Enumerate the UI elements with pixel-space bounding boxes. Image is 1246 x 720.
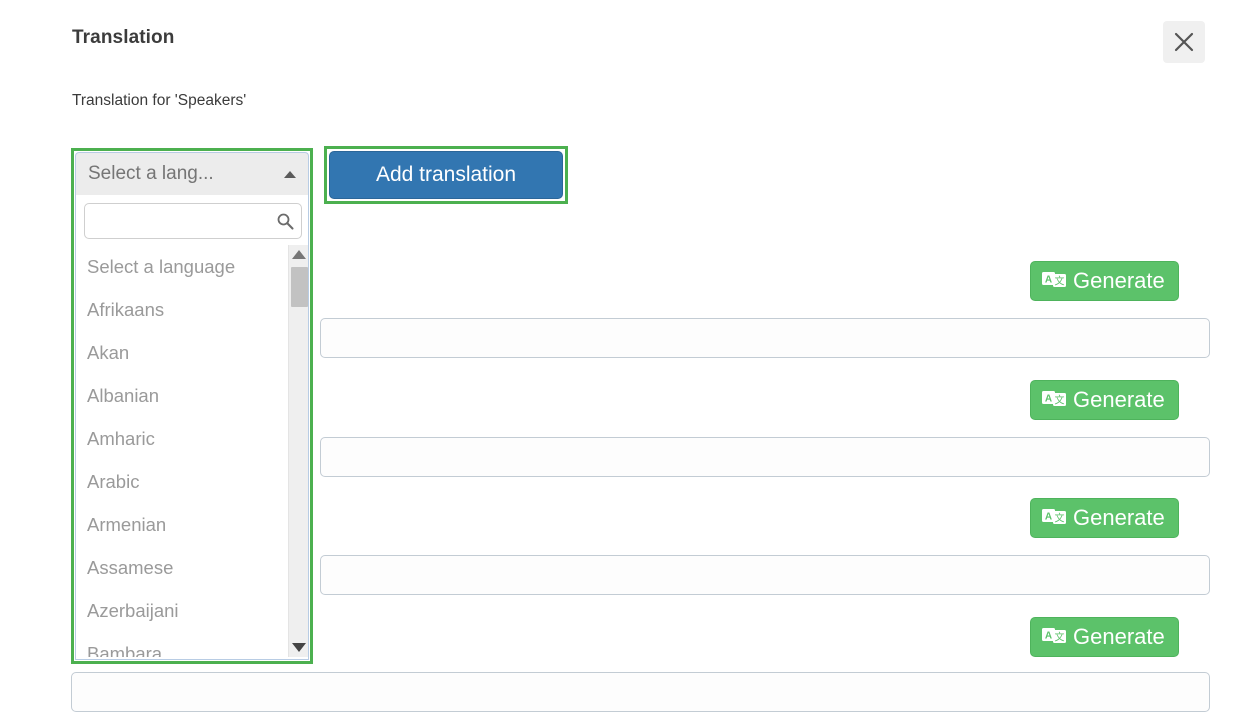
generate-button-2[interactable]: A 文 Generate bbox=[1030, 380, 1179, 420]
language-select-value: Select a lang... bbox=[88, 163, 214, 184]
translation-input-2[interactable] bbox=[320, 437, 1210, 477]
translate-icon: A 文 bbox=[1042, 387, 1066, 413]
dropdown-search-row bbox=[76, 195, 308, 245]
svg-text:文: 文 bbox=[1055, 631, 1065, 644]
caret-down-icon[interactable] bbox=[291, 643, 306, 652]
language-select-dropdown: Select a language Afrikaans Akan Albania… bbox=[75, 195, 309, 660]
svg-text:A: A bbox=[1045, 275, 1052, 286]
search-icon bbox=[276, 212, 294, 230]
translation-input-3[interactable] bbox=[320, 555, 1210, 595]
svg-text:A: A bbox=[1045, 394, 1052, 405]
search-input[interactable] bbox=[85, 204, 301, 238]
generate-button-label: Generate bbox=[1073, 624, 1165, 649]
search-box[interactable] bbox=[84, 203, 302, 239]
generate-button-label: Generate bbox=[1073, 268, 1165, 293]
add-translation-button[interactable]: Add translation bbox=[329, 151, 563, 199]
language-select-toggle[interactable]: Select a lang... bbox=[75, 152, 309, 195]
list-item[interactable]: Bambara bbox=[76, 632, 273, 657]
language-select[interactable]: Select a lang... Select a language Afrik… bbox=[75, 152, 309, 660]
modal-subtitle: Translation for 'Speakers' bbox=[72, 92, 247, 109]
list-item[interactable]: Assamese bbox=[76, 546, 273, 589]
generate-button-label: Generate bbox=[1073, 387, 1165, 412]
list-item[interactable]: Azerbaijani bbox=[76, 589, 273, 632]
svg-text:A: A bbox=[1045, 631, 1052, 642]
svg-text:文: 文 bbox=[1055, 275, 1065, 288]
translate-icon: A 文 bbox=[1042, 624, 1066, 650]
translation-input-1[interactable] bbox=[320, 318, 1210, 358]
page-title: Translation bbox=[72, 27, 175, 48]
list-item[interactable]: Albanian bbox=[76, 374, 273, 417]
close-button[interactable] bbox=[1163, 21, 1205, 63]
translation-input-4[interactable] bbox=[71, 672, 1210, 712]
generate-button-1[interactable]: A 文 Generate bbox=[1030, 261, 1179, 301]
generate-button-4[interactable]: A 文 Generate bbox=[1030, 617, 1179, 657]
svg-text:文: 文 bbox=[1055, 394, 1065, 407]
generate-button-3[interactable]: A 文 Generate bbox=[1030, 498, 1179, 538]
close-icon bbox=[1173, 31, 1195, 53]
translate-icon: A 文 bbox=[1042, 268, 1066, 294]
svg-text:文: 文 bbox=[1055, 512, 1065, 525]
list-item[interactable]: Afrikaans bbox=[76, 288, 273, 331]
generate-button-label: Generate bbox=[1073, 505, 1165, 530]
translation-modal: Translation Translation for 'Speakers' S… bbox=[0, 0, 1246, 720]
list-item[interactable]: Amharic bbox=[76, 417, 273, 460]
caret-up-icon[interactable] bbox=[291, 250, 306, 259]
scrollbar-thumb[interactable] bbox=[291, 267, 308, 307]
list-item[interactable]: Akan bbox=[76, 331, 273, 374]
language-options-area: Select a language Afrikaans Akan Albania… bbox=[76, 245, 308, 657]
svg-text:A: A bbox=[1045, 512, 1052, 523]
translate-icon: A 文 bbox=[1042, 505, 1066, 531]
list-item[interactable]: Select a language bbox=[76, 245, 273, 288]
dropdown-scrollbar[interactable] bbox=[288, 245, 308, 657]
language-options-list: Select a language Afrikaans Akan Albania… bbox=[76, 245, 273, 657]
caret-up-icon bbox=[284, 170, 296, 178]
list-item[interactable]: Armenian bbox=[76, 503, 273, 546]
list-item[interactable]: Arabic bbox=[76, 460, 273, 503]
